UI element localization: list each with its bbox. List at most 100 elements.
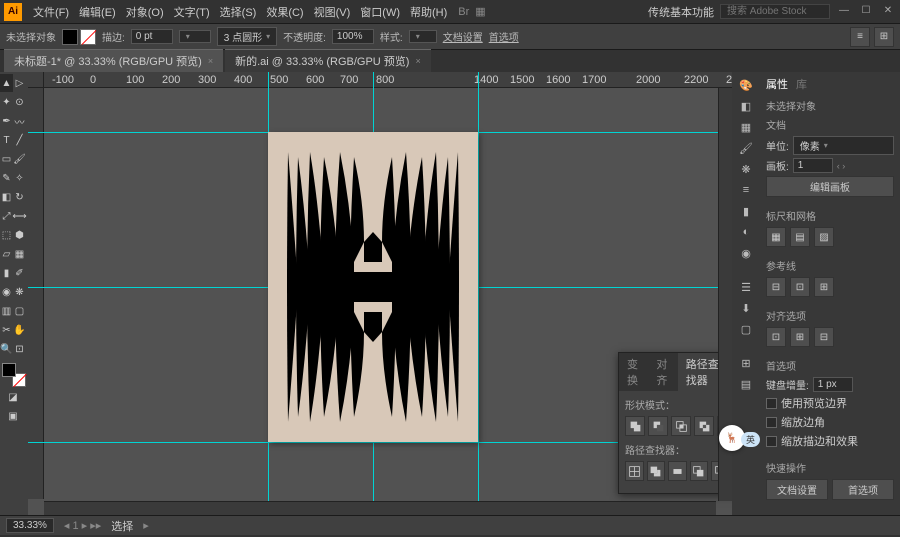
libraries-tab[interactable]: 库 <box>796 76 807 92</box>
fill-stroke-indicator[interactable] <box>2 363 26 387</box>
minus-front-button[interactable] <box>648 416 668 436</box>
eyedropper-tool[interactable]: ✐ <box>13 264 26 282</box>
libraries-dock-icon[interactable]: ⊞ <box>736 354 756 372</box>
eraser-tool[interactable]: ◧ <box>0 188 13 206</box>
bridge-icon[interactable]: Br <box>458 6 469 18</box>
symbols-icon[interactable]: ❋ <box>736 160 756 178</box>
color-mode-buttons[interactable]: ◪ <box>0 388 26 406</box>
opacity-input[interactable]: 100% <box>332 29 374 44</box>
divide-button[interactable] <box>625 461 644 481</box>
rotate-tool[interactable]: ↻ <box>13 188 26 206</box>
perspective-tool[interactable]: ▱ <box>0 245 13 263</box>
merge-button[interactable] <box>668 461 687 481</box>
menu-window[interactable]: 窗口(W) <box>355 4 405 20</box>
ruler-horizontal[interactable]: -100010020030040050060070080014001500160… <box>44 72 732 88</box>
swatches-icon[interactable]: ▦ <box>736 118 756 136</box>
guide-lock[interactable]: ⊡ <box>790 277 810 297</box>
shaper-tool[interactable]: ✧ <box>13 169 26 187</box>
ruler-origin[interactable] <box>28 72 44 88</box>
ime-lang-badge[interactable]: 英 <box>741 432 760 447</box>
menu-view[interactable]: 视图(V) <box>309 4 356 20</box>
gradient-panel-icon[interactable]: ▮ <box>736 202 756 220</box>
graphic-style[interactable] <box>409 30 437 43</box>
units-dropdown[interactable]: 像素 <box>793 136 894 155</box>
pencil-tool[interactable]: ✎ <box>0 169 13 187</box>
trim-button[interactable] <box>647 461 666 481</box>
shape-builder-tool[interactable]: ⬢ <box>13 226 26 244</box>
search-stock-input[interactable] <box>720 4 830 19</box>
color-panel-icon[interactable]: 🎨 <box>736 76 756 94</box>
transform-icon[interactable]: ⊞ <box>874 27 894 47</box>
ruler-vertical[interactable] <box>28 88 44 499</box>
guide-visibility[interactable]: ⊟ <box>766 277 786 297</box>
unite-button[interactable] <box>625 416 645 436</box>
intersect-button[interactable] <box>671 416 691 436</box>
pathfinder-panel[interactable]: 变换 对齐 路径查找器 ›› ≡ 形状模式： 扩展 路径查找器： <box>618 352 732 494</box>
stroke-profile[interactable] <box>179 30 211 43</box>
workspace-switcher[interactable]: 传统基本功能 <box>648 4 714 20</box>
appearance-icon[interactable]: ◉ <box>736 244 756 262</box>
menu-edit[interactable]: 编辑(E) <box>74 4 121 20</box>
width-tool[interactable]: ⟷ <box>13 207 26 225</box>
maximize-button[interactable]: ☐ <box>858 5 874 19</box>
column-graph-tool[interactable]: ▥ <box>0 302 13 320</box>
line-tool[interactable]: ╱ <box>13 131 26 149</box>
hand-tool[interactable]: ✋ <box>13 321 26 339</box>
artboard-tool[interactable]: ▢ <box>13 302 26 320</box>
prefs-button[interactable]: 首选项 <box>832 479 894 500</box>
blend-tool[interactable]: ◉ <box>0 283 13 301</box>
pen-tool[interactable]: ✒ <box>0 112 13 130</box>
artboard-number-input[interactable]: 1 <box>793 158 833 173</box>
canvas[interactable]: -100010020030040050060070080014001500160… <box>28 72 732 515</box>
arrange-icon[interactable]: ▦ <box>475 5 485 18</box>
screen-mode-button[interactable]: ▣ <box>0 407 26 425</box>
tab-close-icon[interactable]: × <box>208 56 213 66</box>
lasso-tool[interactable]: ⊙ <box>13 93 26 111</box>
layers-icon[interactable]: ☰ <box>736 278 756 296</box>
properties-dock-icon[interactable]: ▤ <box>736 375 756 393</box>
selection-tool[interactable]: ▲ <box>0 74 13 92</box>
direct-selection-tool[interactable]: ▷ <box>13 74 26 92</box>
artboards-icon[interactable]: ▢ <box>736 320 756 338</box>
print-tiling-tool[interactable]: ⊡ <box>13 340 26 358</box>
minimize-button[interactable]: — <box>836 5 852 19</box>
free-transform-tool[interactable]: ⬚ <box>0 226 13 244</box>
menu-select[interactable]: 选择(S) <box>215 4 262 20</box>
transform-tab[interactable]: 变换 <box>619 353 648 391</box>
doc-tab-2[interactable]: 新的.ai @ 33.33% (RGB/GPU 预览)× <box>225 49 431 72</box>
stroke-weight-input[interactable]: 0 pt <box>131 29 173 44</box>
menu-effect[interactable]: 效果(C) <box>261 4 308 20</box>
brush-definition[interactable]: 3 点圆形 <box>217 27 277 46</box>
stroke-panel-icon[interactable]: ≡ <box>736 181 756 199</box>
doc-setup-button[interactable]: 文档设置 <box>766 479 828 500</box>
fill-swatch[interactable] <box>62 29 78 45</box>
exclude-button[interactable] <box>694 416 714 436</box>
transparency-grid-toggle[interactable]: ▨ <box>814 227 834 247</box>
edit-artboard-button[interactable]: 编辑画板 <box>766 176 894 197</box>
tab-close-icon[interactable]: × <box>415 56 420 66</box>
document-setup-link[interactable]: 文档设置 <box>443 29 483 44</box>
slice-tool[interactable]: ✂ <box>0 321 13 339</box>
snap-grid[interactable]: ⊟ <box>814 327 834 347</box>
curvature-tool[interactable]: 〰 <box>13 112 26 130</box>
ruler-toggle[interactable]: ▤ <box>790 227 810 247</box>
doc-tab-1[interactable]: 未标题-1* @ 33.33% (RGB/GPU 预览)× <box>4 49 223 72</box>
menu-help[interactable]: 帮助(H) <box>405 4 452 20</box>
menu-file[interactable]: 文件(F) <box>28 4 74 20</box>
snap-point[interactable]: ⊡ <box>766 327 786 347</box>
symbol-sprayer-tool[interactable]: ❋ <box>13 283 26 301</box>
mesh-tool[interactable]: ▦ <box>13 245 26 263</box>
menu-object[interactable]: 对象(O) <box>121 4 169 20</box>
properties-tab[interactable]: 属性 <box>766 76 788 92</box>
rectangle-tool[interactable]: ▭ <box>0 150 13 168</box>
transparency-icon[interactable]: ◐ <box>736 223 756 241</box>
smart-guides[interactable]: ⊞ <box>814 277 834 297</box>
gradient-tool[interactable]: ▮ <box>0 264 13 282</box>
guide-v[interactable] <box>478 72 479 515</box>
color-guide-icon[interactable]: ◧ <box>736 97 756 115</box>
zoom-tool[interactable]: 🔍 <box>0 340 13 358</box>
stroke-swatch[interactable] <box>80 29 96 45</box>
magic-wand-tool[interactable]: ✦ <box>0 93 13 111</box>
menu-type[interactable]: 文字(T) <box>169 4 215 20</box>
snap-pixel[interactable]: ⊞ <box>790 327 810 347</box>
